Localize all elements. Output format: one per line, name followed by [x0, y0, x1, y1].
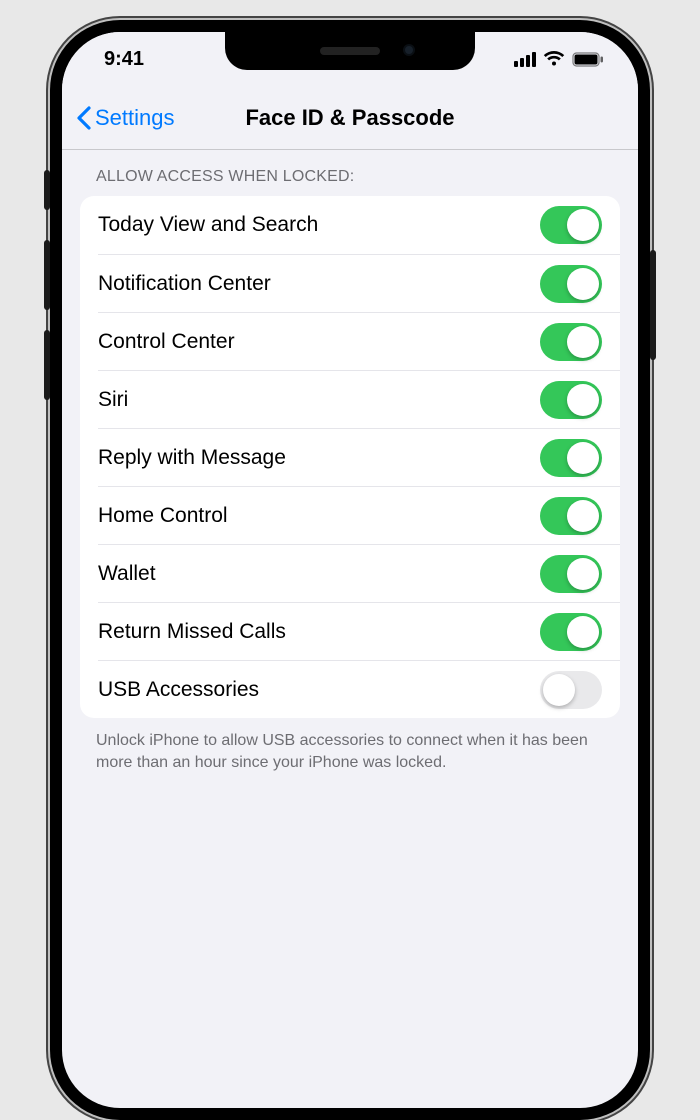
row-label: Today View and Search — [98, 213, 540, 237]
row-label: Siri — [98, 388, 540, 412]
toggle-switch[interactable] — [540, 323, 602, 361]
notch — [225, 32, 475, 70]
toggle-knob — [567, 558, 599, 590]
phone-frame: 9:41 Settings Face ID & Passcod — [50, 20, 650, 1120]
row-label: Control Center — [98, 330, 540, 354]
toggle-switch[interactable] — [540, 206, 602, 244]
speaker-grille — [320, 47, 380, 55]
front-camera — [403, 44, 415, 56]
row-label: Return Missed Calls — [98, 620, 540, 644]
battery-icon — [572, 52, 604, 67]
toggle-knob — [567, 209, 599, 241]
volume-down-button — [44, 330, 50, 400]
side-button — [650, 250, 656, 360]
toggle-knob — [567, 326, 599, 358]
chevron-left-icon — [76, 106, 91, 130]
toggle-switch[interactable] — [540, 555, 602, 593]
section-footer: Unlock iPhone to allow USB accessories t… — [62, 718, 638, 773]
toggle-knob — [567, 500, 599, 532]
toggle-knob — [567, 616, 599, 648]
settings-row: Today View and Search — [80, 196, 620, 254]
volume-up-button — [44, 240, 50, 310]
settings-row: Wallet — [98, 544, 620, 602]
row-label: Reply with Message — [98, 446, 540, 470]
toggle-switch[interactable] — [540, 497, 602, 535]
settings-row: Siri — [98, 370, 620, 428]
screen: 9:41 Settings Face ID & Passcod — [62, 32, 638, 1108]
toggle-knob — [567, 268, 599, 300]
toggle-knob — [567, 442, 599, 474]
back-label: Settings — [95, 105, 175, 131]
status-time: 9:41 — [104, 48, 144, 71]
toggle-knob — [567, 384, 599, 416]
settings-row: Reply with Message — [98, 428, 620, 486]
settings-group: Today View and Search Notification Center… — [80, 196, 620, 718]
navigation-bar: Settings Face ID & Passcode — [62, 86, 638, 150]
settings-row: Notification Center — [98, 254, 620, 312]
toggle-knob — [543, 674, 575, 706]
cellular-signal-icon — [514, 52, 536, 67]
section-header: Allow Access When Locked: — [62, 158, 638, 196]
row-label: Wallet — [98, 562, 540, 586]
settings-row: Home Control — [98, 486, 620, 544]
row-label: Notification Center — [98, 272, 540, 296]
toggle-switch[interactable] — [540, 439, 602, 477]
settings-row: Return Missed Calls — [98, 602, 620, 660]
content: Allow Access When Locked: Today View and… — [62, 150, 638, 773]
toggle-switch[interactable] — [540, 265, 602, 303]
settings-row: USB Accessories — [98, 660, 620, 718]
wifi-icon — [543, 51, 565, 67]
row-label: USB Accessories — [98, 678, 540, 702]
back-button[interactable]: Settings — [62, 105, 175, 131]
mute-switch — [44, 170, 50, 210]
toggle-switch[interactable] — [540, 671, 602, 709]
toggle-switch[interactable] — [540, 381, 602, 419]
row-label: Home Control — [98, 504, 540, 528]
settings-row: Control Center — [98, 312, 620, 370]
toggle-switch[interactable] — [540, 613, 602, 651]
